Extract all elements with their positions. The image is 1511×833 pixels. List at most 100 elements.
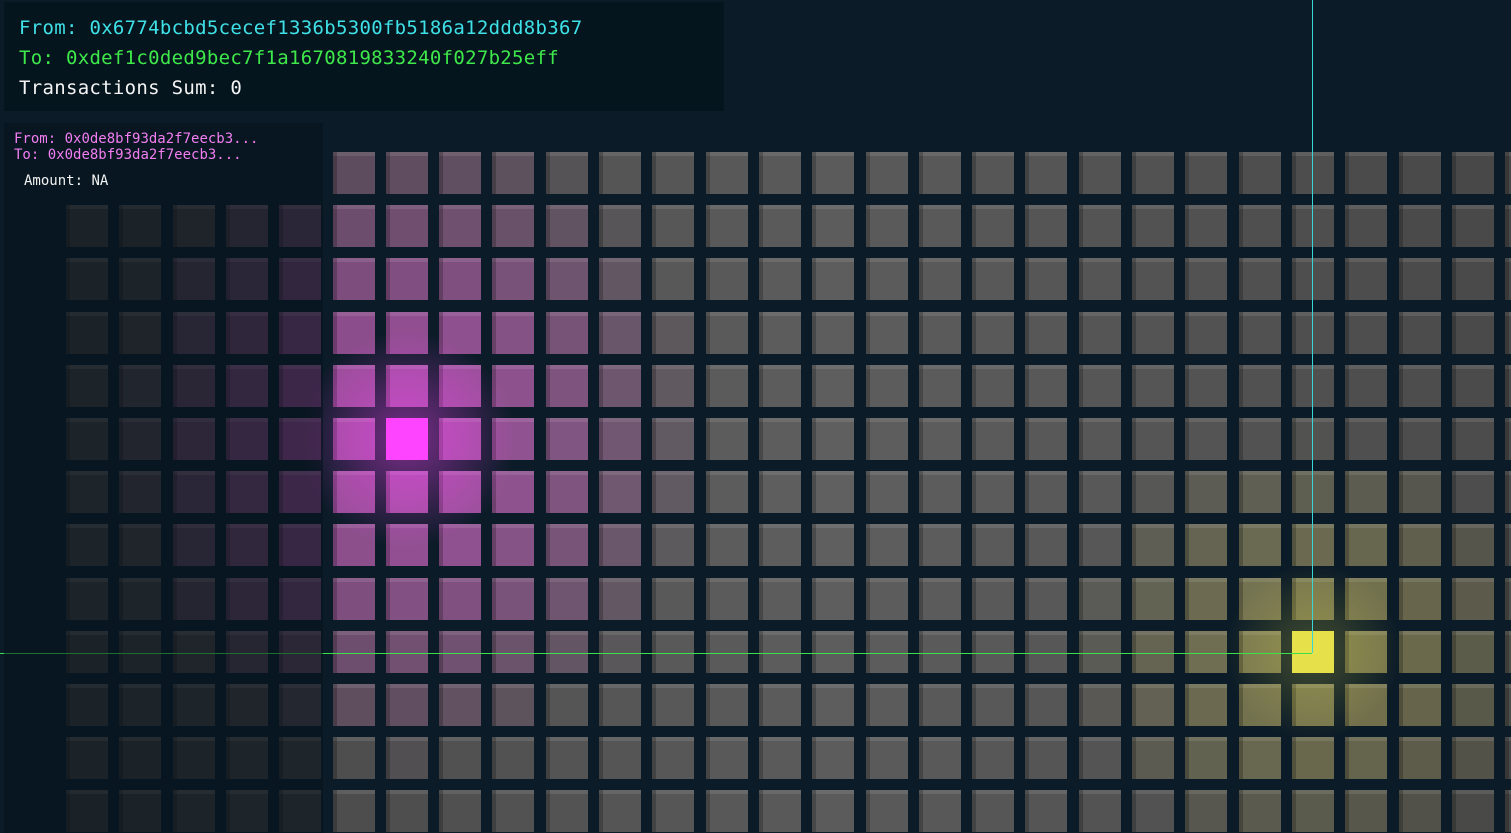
transaction-cube[interactable] (865, 205, 908, 248)
transaction-cube[interactable] (652, 152, 695, 194)
transaction-cube[interactable] (865, 418, 908, 460)
transaction-cube[interactable] (1398, 364, 1441, 407)
transaction-cube[interactable] (1345, 205, 1388, 248)
transaction-cube[interactable] (652, 364, 695, 407)
transaction-cube[interactable] (1025, 311, 1068, 354)
transaction-cube[interactable] (439, 258, 482, 301)
transaction-cube[interactable] (918, 418, 961, 460)
transaction-cube[interactable] (1185, 630, 1228, 673)
transaction-cube[interactable] (1185, 737, 1228, 780)
transaction-cube[interactable] (1132, 418, 1174, 460)
transaction-cube[interactable] (1451, 205, 1494, 248)
transaction-cube[interactable] (599, 737, 641, 780)
transaction-cube[interactable] (1132, 524, 1174, 567)
transaction-cube[interactable] (1291, 364, 1334, 407)
transaction-cube[interactable] (652, 418, 695, 460)
transaction-cube[interactable] (918, 205, 961, 248)
transaction-cube[interactable] (1078, 684, 1121, 726)
transaction-cube[interactable] (492, 258, 535, 301)
transaction-cube[interactable] (812, 311, 855, 354)
transaction-cube[interactable] (652, 524, 695, 567)
transaction-cube[interactable] (918, 684, 961, 726)
transaction-cube[interactable] (1078, 737, 1121, 780)
transaction-cube[interactable] (1451, 790, 1494, 833)
transaction-cube[interactable] (1505, 630, 1511, 673)
transaction-cube[interactable] (492, 684, 535, 726)
transaction-cube[interactable] (1078, 471, 1121, 514)
transaction-grid-viewport[interactable]: From: 0x6774bcbd5cecef1336b5300fb5186a12… (0, 0, 1511, 833)
transaction-cube[interactable] (1398, 205, 1441, 248)
transaction-cube[interactable] (918, 524, 961, 567)
transaction-cube[interactable] (865, 311, 908, 354)
transaction-cube[interactable] (1291, 577, 1334, 620)
transaction-cube[interactable] (599, 524, 641, 567)
transaction-cube[interactable] (972, 152, 1015, 194)
transaction-cube[interactable] (439, 205, 482, 248)
transaction-cube[interactable] (1345, 152, 1388, 194)
transaction-cube[interactable] (599, 577, 641, 620)
transaction-cube[interactable] (1025, 418, 1068, 460)
transaction-cube[interactable] (865, 737, 908, 780)
transaction-cube[interactable] (1505, 258, 1511, 301)
transaction-cube[interactable] (332, 737, 375, 780)
transaction-cube[interactable] (1238, 790, 1281, 833)
transaction-cube[interactable] (1238, 418, 1281, 460)
transaction-cube[interactable] (1451, 258, 1494, 301)
transaction-cube[interactable] (1078, 630, 1121, 673)
transaction-cube[interactable] (545, 364, 588, 407)
transaction-cube[interactable] (492, 524, 535, 567)
transaction-cube[interactable] (812, 577, 855, 620)
transaction-cube[interactable] (332, 684, 375, 726)
transaction-cube[interactable] (1291, 311, 1334, 354)
transaction-cube[interactable] (1291, 418, 1334, 460)
transaction-cube[interactable] (1451, 630, 1494, 673)
transaction-cube[interactable] (1505, 152, 1511, 194)
transaction-cube[interactable] (439, 790, 482, 833)
transaction-cube[interactable] (1025, 630, 1068, 673)
transaction-cube[interactable] (439, 524, 482, 567)
transaction-cube[interactable] (1185, 311, 1228, 354)
transaction-cube[interactable] (1025, 471, 1068, 514)
transaction-cube[interactable] (1345, 258, 1388, 301)
transaction-cube[interactable] (545, 205, 588, 248)
transaction-cube[interactable] (1132, 205, 1174, 248)
transaction-cube[interactable] (599, 418, 641, 460)
transaction-cube[interactable] (972, 737, 1015, 780)
transaction-cube[interactable] (599, 364, 641, 407)
transaction-cube[interactable] (1345, 418, 1388, 460)
transaction-cube[interactable] (545, 524, 588, 567)
transaction-cube[interactable] (1132, 364, 1174, 407)
transaction-cube[interactable] (705, 684, 748, 726)
transaction-cube[interactable] (1025, 258, 1068, 301)
transaction-cube[interactable] (972, 311, 1015, 354)
transaction-cube[interactable] (865, 684, 908, 726)
transaction-cube[interactable] (545, 577, 588, 620)
transaction-cube[interactable] (758, 577, 801, 620)
transaction-cube[interactable] (385, 205, 428, 248)
transaction-cube[interactable] (332, 790, 375, 833)
transaction-cube[interactable] (1185, 152, 1228, 194)
transaction-cube[interactable] (1505, 311, 1511, 354)
transaction-cube[interactable] (332, 205, 375, 248)
transaction-cube[interactable] (1132, 152, 1174, 194)
transaction-cube[interactable] (918, 364, 961, 407)
transaction-cube[interactable] (1025, 524, 1068, 567)
transaction-cube[interactable] (1185, 364, 1228, 407)
transaction-cube[interactable] (545, 630, 588, 673)
transaction-cube[interactable] (918, 471, 961, 514)
transaction-cube[interactable] (1451, 364, 1494, 407)
transaction-cube[interactable] (812, 524, 855, 567)
transaction-cube[interactable] (1398, 152, 1441, 194)
transaction-cube[interactable] (492, 152, 535, 194)
transaction-cube[interactable] (1078, 577, 1121, 620)
transaction-cube[interactable] (1398, 684, 1441, 726)
transaction-cube[interactable] (385, 684, 428, 726)
transaction-cube[interactable] (1132, 737, 1174, 780)
transaction-cube[interactable] (439, 311, 482, 354)
transaction-cube[interactable] (439, 471, 482, 514)
transaction-cube[interactable] (758, 364, 801, 407)
transaction-cube[interactable] (865, 524, 908, 567)
transaction-cube[interactable] (1451, 418, 1494, 460)
transaction-cube[interactable] (385, 524, 428, 567)
transaction-cube[interactable] (705, 471, 748, 514)
